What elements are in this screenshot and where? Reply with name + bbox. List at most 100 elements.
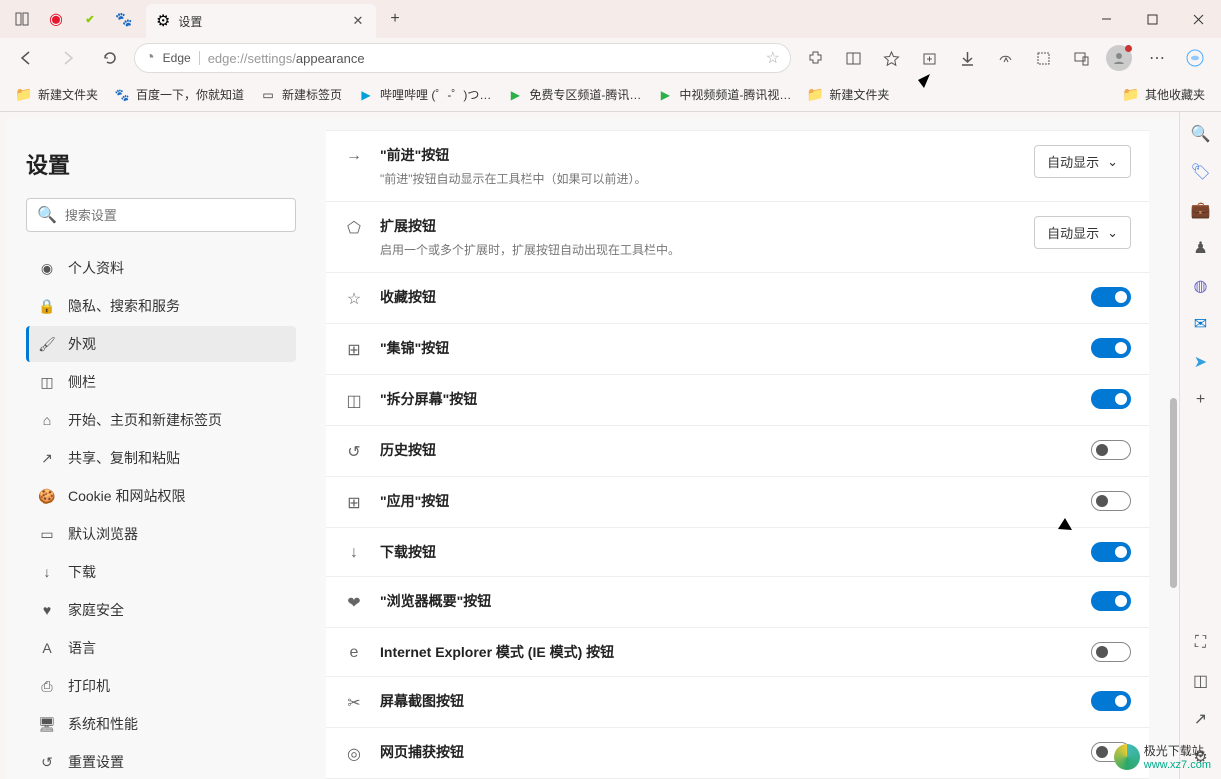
nav-item-browser[interactable]: ▭默认浏览器 xyxy=(26,516,296,552)
panel-icon[interactable]: ◫ xyxy=(1189,669,1213,693)
toggle[interactable] xyxy=(1091,691,1131,711)
nav-item-family[interactable]: ♥家庭安全 xyxy=(26,592,296,628)
screenshot-icon[interactable] xyxy=(1025,42,1061,74)
outlook-icon[interactable]: ✉ xyxy=(1189,312,1213,336)
nav-item-download[interactable]: ↓下载 xyxy=(26,554,296,590)
copilot-icon[interactable] xyxy=(1177,42,1213,74)
bookmark-item[interactable]: 📁 新建文件夹 xyxy=(801,82,895,107)
toggle[interactable] xyxy=(1091,389,1131,409)
watermark: 极光下载站 www.xz7.com xyxy=(1114,742,1211,771)
minimize-button[interactable] xyxy=(1083,0,1129,38)
close-window-button[interactable] xyxy=(1175,0,1221,38)
gear-icon: ⚙ xyxy=(156,11,170,31)
shopping-icon[interactable]: 🏷 xyxy=(1189,160,1213,184)
office-icon[interactable]: ◍ xyxy=(1189,274,1213,298)
nav-item-system[interactable]: 🖥系统和性能 xyxy=(26,706,296,742)
row-title: 网页捕获按钮 xyxy=(380,742,1075,762)
more-menu-icon[interactable]: ⋯ xyxy=(1139,42,1175,74)
bookmark-item[interactable]: 📁新建文件夹 xyxy=(10,82,104,107)
forward-button[interactable] xyxy=(50,42,86,74)
address-bar-row: ◔ Edge edge://settings/appearance ☆ ⋯ xyxy=(0,38,1221,78)
search-icon: 🔍 xyxy=(37,205,57,225)
nav-label: 语言 xyxy=(68,638,96,658)
capture-icon[interactable]: ⛶ xyxy=(1189,631,1213,655)
dropdown[interactable]: 自动显示⌄ xyxy=(1034,145,1131,178)
workspace-tab-icon[interactable] xyxy=(6,4,38,34)
other-bookmarks[interactable]: 📁其他收藏夹 xyxy=(1117,82,1211,107)
share-icon[interactable]: ↗ xyxy=(1189,707,1213,731)
hoo-tab-icon[interactable]: ✔ xyxy=(74,4,106,34)
nav-item-share[interactable]: ↗共享、复制和粘贴 xyxy=(26,440,296,476)
cookie-icon: 🍪 xyxy=(38,487,56,505)
profile-avatar[interactable] xyxy=(1101,42,1137,74)
row-icon: → xyxy=(344,147,364,165)
edge-icon: ◔ xyxy=(145,49,155,67)
nav-item-appearance[interactable]: 🖌外观 xyxy=(26,326,296,362)
scrollbar[interactable] xyxy=(1170,398,1177,588)
add-sidebar-icon[interactable]: + xyxy=(1189,388,1213,412)
bookmark-item[interactable]: ▶中视频频道-腾讯视… xyxy=(651,82,797,107)
collections-icon[interactable] xyxy=(911,42,947,74)
device-icon[interactable] xyxy=(1063,42,1099,74)
folder-icon: 📁 xyxy=(1123,87,1139,103)
row-title: 历史按钮 xyxy=(380,440,1075,460)
active-tab[interactable]: ⚙ 设置 ✕ xyxy=(146,4,376,38)
setting-row: ⊞"应用"按钮 xyxy=(326,477,1149,528)
bookmark-label: 百度一下，你就知道 xyxy=(136,86,244,103)
settings-search[interactable]: 🔍 xyxy=(26,198,296,232)
bookmark-item[interactable]: ▭新建标签页 xyxy=(254,82,348,107)
new-tab-button[interactable]: + xyxy=(380,4,410,34)
toggle[interactable] xyxy=(1091,287,1131,307)
setting-row: →"前进"按钮"前进"按钮自动显示在工具栏中（如果可以前进）。自动显示⌄ xyxy=(326,130,1149,202)
row-icon: ❤ xyxy=(344,593,364,613)
games-icon[interactable]: ♟ xyxy=(1189,236,1213,260)
setting-row: ✂屏幕截图按钮 xyxy=(326,677,1149,728)
reset-icon: ↺ xyxy=(38,753,56,771)
nav-label: 系统和性能 xyxy=(68,714,138,734)
maximize-button[interactable] xyxy=(1129,0,1175,38)
titlebar: ◉ ✔ 🐾 ⚙ 设置 ✕ + xyxy=(0,0,1221,38)
bookmark-item[interactable]: ▶哔哩哔哩 (゜-゜)つ… xyxy=(352,82,497,107)
search-sidebar-icon[interactable]: 🔍 xyxy=(1189,122,1213,146)
setting-row: ⬠扩展按钮启用一个或多个扩展时，扩展按钮自动出现在工具栏中。自动显示⌄ xyxy=(326,202,1149,273)
folder-icon: 📁 xyxy=(807,87,823,103)
refresh-button[interactable] xyxy=(92,42,128,74)
bili-icon: ▶ xyxy=(358,87,374,103)
address-bar[interactable]: ◔ Edge edge://settings/appearance ☆ xyxy=(134,43,791,73)
toggle[interactable] xyxy=(1091,440,1131,460)
extensions-icon[interactable] xyxy=(797,42,833,74)
toggle[interactable] xyxy=(1091,642,1131,662)
nav-item-reset[interactable]: ↺重置设置 xyxy=(26,744,296,779)
bookmark-item[interactable]: 🐾百度一下，你就知道 xyxy=(108,82,250,107)
favorite-star-icon[interactable]: ☆ xyxy=(766,48,780,68)
downloads-icon[interactable] xyxy=(949,42,985,74)
nav-item-lang[interactable]: A语言 xyxy=(26,630,296,666)
toggle[interactable] xyxy=(1091,338,1131,358)
nav-item-profile[interactable]: ◉个人资料 xyxy=(26,250,296,286)
row-title: "浏览器概要"按钮 xyxy=(380,591,1075,611)
close-tab-icon[interactable]: ✕ xyxy=(350,13,366,29)
settings-title: 设置 xyxy=(26,148,296,180)
video-icon: ▶ xyxy=(507,87,523,103)
nav-item-home[interactable]: ⌂开始、主页和新建标签页 xyxy=(26,402,296,438)
send-icon[interactable]: ➤ xyxy=(1189,350,1213,374)
toggle[interactable] xyxy=(1091,542,1131,562)
weibo-tab-icon[interactable]: ◉ xyxy=(40,4,72,34)
dropdown[interactable]: 自动显示⌄ xyxy=(1034,216,1131,249)
bookmark-label: 免费专区频道-腾讯… xyxy=(529,86,641,103)
bookmark-label: 新建文件夹 xyxy=(829,86,889,103)
toggle[interactable] xyxy=(1091,591,1131,611)
performance-icon[interactable] xyxy=(987,42,1023,74)
nav-item-lock[interactable]: 🔒隐私、搜索和服务 xyxy=(26,288,296,324)
baidu-tab-icon[interactable]: 🐾 xyxy=(108,4,140,34)
back-button[interactable] xyxy=(8,42,44,74)
bookmark-item[interactable]: ▶ 免费专区频道-腾讯… xyxy=(501,82,647,107)
favorites-icon[interactable] xyxy=(873,42,909,74)
nav-item-printer[interactable]: ⎙打印机 xyxy=(26,668,296,704)
nav-item-sidebar[interactable]: ◫侧栏 xyxy=(26,364,296,400)
split-screen-icon[interactable] xyxy=(835,42,871,74)
briefcase-icon[interactable]: 💼 xyxy=(1189,198,1213,222)
nav-item-cookie[interactable]: 🍪Cookie 和网站权限 xyxy=(26,478,296,514)
toggle[interactable] xyxy=(1091,491,1131,511)
search-input[interactable] xyxy=(65,208,285,223)
